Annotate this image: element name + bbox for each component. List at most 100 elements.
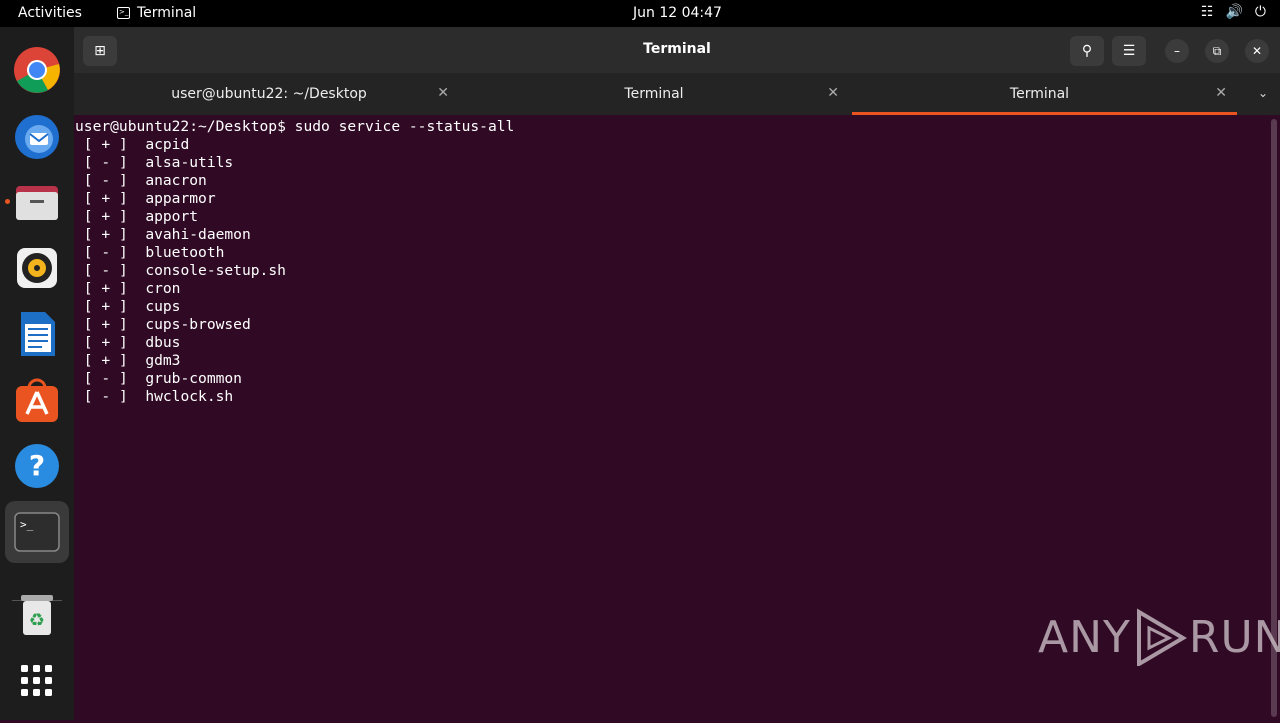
close-icon: ✕ bbox=[1251, 44, 1263, 58]
service-line: [ - ] bluetooth bbox=[75, 244, 225, 261]
tab-1[interactable]: user@ubuntu22: ~/Desktop ✕ bbox=[74, 73, 459, 115]
service-name: acpid bbox=[145, 136, 190, 153]
thunderbird-launcher[interactable] bbox=[11, 110, 63, 162]
service-name: grub-common bbox=[145, 370, 242, 387]
service-status: - bbox=[101, 388, 111, 405]
running-indicator bbox=[5, 199, 10, 204]
tab-2[interactable]: Terminal ✕ bbox=[464, 73, 849, 115]
service-status: + bbox=[101, 316, 111, 333]
service-name: bluetooth bbox=[145, 244, 225, 261]
app-center-icon bbox=[16, 378, 58, 422]
service-status: - bbox=[101, 370, 111, 387]
service-name: apparmor bbox=[145, 190, 216, 207]
chrome-launcher[interactable] bbox=[11, 44, 63, 96]
service-status: - bbox=[101, 244, 111, 261]
service-status: + bbox=[101, 298, 111, 315]
trash-icon: ♻ bbox=[21, 595, 53, 635]
service-line: [ - ] anacron bbox=[75, 172, 207, 189]
svg-text:?: ? bbox=[29, 449, 45, 482]
service-name: hwclock.sh bbox=[145, 388, 234, 405]
clock[interactable]: Jun 12 04:47 bbox=[0, 5, 1280, 21]
service-name: cups bbox=[145, 298, 181, 315]
libreoffice-writer-icon bbox=[21, 312, 55, 356]
service-name: alsa-utils bbox=[145, 154, 234, 171]
tab-3[interactable]: Terminal ✕ bbox=[852, 73, 1237, 115]
watermark-left: ANY bbox=[1038, 611, 1131, 663]
service-name: gdm3 bbox=[145, 352, 181, 369]
service-line: [ - ] hwclock.sh bbox=[75, 388, 234, 405]
service-name: cups-browsed bbox=[145, 316, 251, 333]
system-tray[interactable]: ☷ 🔊 ⏻ bbox=[1201, 4, 1266, 20]
tab-close-icon[interactable]: ✕ bbox=[1215, 85, 1227, 101]
close-button[interactable]: ✕ bbox=[1245, 39, 1269, 63]
service-status: - bbox=[101, 172, 111, 189]
service-line: [ + ] cups bbox=[75, 298, 181, 315]
terminal-app-icon: >_ bbox=[14, 512, 60, 552]
command: sudo service --status-all bbox=[294, 118, 515, 135]
minimize-button[interactable]: – bbox=[1165, 39, 1189, 63]
service-line: [ + ] gdm3 bbox=[75, 352, 181, 369]
app-grid-icon bbox=[21, 665, 52, 696]
maximize-button[interactable]: ⧉ bbox=[1205, 39, 1229, 63]
app-center-launcher[interactable] bbox=[11, 374, 63, 426]
service-status: + bbox=[101, 136, 111, 153]
tab-list-chevron-down-icon[interactable]: ⌄ bbox=[1258, 86, 1268, 100]
files-icon bbox=[16, 186, 58, 220]
thunderbird-icon bbox=[15, 115, 59, 159]
service-name: console-setup.sh bbox=[145, 262, 286, 279]
rhythmbox-launcher[interactable] bbox=[11, 242, 63, 294]
service-status: + bbox=[101, 190, 111, 207]
service-status: - bbox=[101, 154, 111, 171]
service-name: apport bbox=[145, 208, 199, 225]
tab-close-icon[interactable]: ✕ bbox=[827, 85, 839, 101]
show-apps-button[interactable] bbox=[11, 655, 63, 707]
hamburger-icon: ☰ bbox=[1122, 43, 1136, 59]
tab-label: Terminal bbox=[624, 86, 684, 102]
restore-icon: ⧉ bbox=[1212, 43, 1222, 58]
service-name: cron bbox=[145, 280, 181, 297]
files-launcher[interactable] bbox=[11, 176, 63, 228]
tab-bar: user@ubuntu22: ~/Desktop ✕ Terminal ✕ Te… bbox=[74, 73, 1280, 115]
prompt: user@ubuntu22:~/Desktop$ bbox=[75, 118, 286, 135]
help-launcher[interactable]: ? bbox=[11, 440, 63, 492]
service-line: [ + ] avahi-daemon bbox=[75, 226, 251, 243]
play-logo-icon bbox=[1136, 608, 1187, 666]
tab-close-icon[interactable]: ✕ bbox=[437, 85, 449, 101]
anyrun-watermark: ANY RUN bbox=[1038, 608, 1280, 666]
service-line: [ - ] console-setup.sh bbox=[75, 262, 286, 279]
top-bar: Activities >_ Terminal Jun 12 04:47 ☷ 🔊 … bbox=[0, 0, 1280, 27]
menu-button[interactable]: ☰ bbox=[1112, 36, 1146, 66]
volume-icon: 🔊 bbox=[1225, 4, 1243, 20]
service-line: [ + ] dbus bbox=[75, 334, 181, 351]
minimize-icon: – bbox=[1174, 44, 1180, 58]
service-name: avahi-daemon bbox=[145, 226, 251, 243]
service-line: [ + ] apparmor bbox=[75, 190, 216, 207]
service-name: anacron bbox=[145, 172, 207, 189]
service-line: [ - ] alsa-utils bbox=[75, 154, 234, 171]
power-icon: ⏻ bbox=[1254, 4, 1266, 20]
service-line: [ + ] acpid bbox=[75, 136, 190, 153]
svg-text:♻: ♻ bbox=[29, 610, 45, 631]
rhythmbox-icon bbox=[17, 248, 57, 288]
dock: ? >_ ♻ bbox=[0, 27, 74, 720]
trash-launcher[interactable]: ♻ bbox=[11, 589, 63, 641]
help-icon: ? bbox=[15, 444, 59, 488]
service-status: + bbox=[101, 226, 111, 243]
service-name: dbus bbox=[145, 334, 181, 351]
network-icon: ☷ bbox=[1200, 4, 1214, 20]
service-status: + bbox=[101, 208, 111, 225]
search-button[interactable]: ⚲ bbox=[1070, 36, 1104, 66]
service-line: [ + ] cron bbox=[75, 280, 181, 297]
service-status: + bbox=[101, 334, 111, 351]
service-status: + bbox=[101, 280, 111, 297]
terminal-launcher[interactable]: >_ bbox=[5, 501, 69, 563]
writer-launcher[interactable] bbox=[11, 308, 63, 360]
svg-text:>_: >_ bbox=[20, 518, 34, 531]
tab-label: Terminal bbox=[1009, 86, 1070, 102]
service-line: [ + ] cups-browsed bbox=[75, 316, 251, 333]
service-status: + bbox=[101, 352, 111, 369]
service-line: [ - ] grub-common bbox=[75, 370, 242, 387]
service-status: - bbox=[101, 262, 111, 279]
search-icon: ⚲ bbox=[1081, 43, 1093, 59]
chrome-icon bbox=[14, 47, 60, 93]
